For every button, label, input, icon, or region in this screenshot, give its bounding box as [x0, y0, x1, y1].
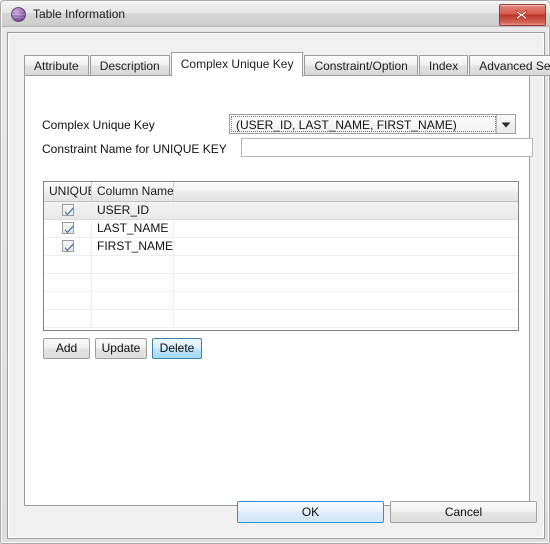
grid-header-extra: [174, 182, 518, 201]
column-name-cell: [92, 310, 174, 327]
table-row[interactable]: LAST_NAME: [44, 220, 518, 238]
dialog-window: Table Information Attribute Description …: [0, 0, 550, 544]
unique-checkbox-cell[interactable]: [44, 202, 92, 219]
complex-unique-key-combobox[interactable]: (USER_ID, LAST_NAME, FIRST_NAME): [229, 114, 516, 134]
unique-checkbox-cell: [44, 292, 92, 309]
table-row-empty[interactable]: [44, 292, 518, 310]
unique-key-columns-grid[interactable]: UNIQUE Column Name USER_ID LAST_NAME FIR…: [43, 181, 519, 331]
table-row-empty[interactable]: [44, 256, 518, 274]
table-row[interactable]: USER_ID: [44, 202, 518, 220]
unique-checkbox-cell: [44, 274, 92, 291]
column-name-cell: FIRST_NAME: [92, 238, 174, 255]
checkbox-checked-icon[interactable]: [61, 222, 74, 234]
update-button[interactable]: Update: [95, 338, 147, 359]
column-name-cell: [92, 256, 174, 273]
extra-cell: [174, 220, 518, 237]
ok-button[interactable]: OK: [237, 501, 384, 523]
table-row-empty[interactable]: [44, 310, 518, 328]
extra-cell: [174, 292, 518, 309]
extra-cell: [174, 202, 518, 219]
delete-button[interactable]: Delete: [152, 338, 202, 359]
extra-cell: [174, 256, 518, 273]
extra-cell: [174, 310, 518, 327]
chevron-down-icon[interactable]: [496, 115, 515, 133]
tab-advanced-settings[interactable]: Advanced Settings: [469, 55, 550, 76]
tab-constraint-option[interactable]: Constraint/Option: [304, 55, 418, 76]
dialog-panel: Attribute Description Complex Unique Key…: [7, 32, 550, 539]
table-row[interactable]: FIRST_NAME: [44, 238, 518, 256]
extra-cell: [174, 274, 518, 291]
column-name-cell: LAST_NAME: [92, 220, 174, 237]
column-name-cell: USER_ID: [92, 202, 174, 219]
tab-strip: Attribute Description Complex Unique Key…: [24, 52, 550, 77]
unique-checkbox-cell[interactable]: [44, 220, 92, 237]
unique-checkbox-cell: [44, 310, 92, 327]
column-name-cell: [92, 292, 174, 309]
tab-content-panel: Complex Unique Key (USER_ID, LAST_NAME, …: [24, 75, 533, 506]
column-name-cell: [92, 274, 174, 291]
grid-header-unique: UNIQUE: [44, 182, 92, 201]
constraint-name-input[interactable]: [241, 138, 533, 157]
grid-header-row: UNIQUE Column Name: [44, 182, 518, 202]
cancel-button[interactable]: Cancel: [390, 501, 537, 523]
table-row-empty[interactable]: [44, 274, 518, 292]
sphere-icon: [11, 7, 26, 22]
tab-complex-unique-key[interactable]: Complex Unique Key: [170, 52, 304, 77]
checkbox-checked-icon[interactable]: [61, 204, 74, 216]
tab-index[interactable]: Index: [418, 55, 469, 76]
unique-checkbox-cell[interactable]: [44, 238, 92, 255]
extra-cell: [174, 238, 518, 255]
grid-header-column-name: Column Name: [92, 182, 174, 201]
complex-unique-key-label: Complex Unique Key: [42, 118, 155, 132]
constraint-name-label: Constraint Name for UNIQUE KEY: [42, 142, 227, 156]
tab-description[interactable]: Description: [89, 55, 170, 76]
checkbox-checked-icon[interactable]: [61, 240, 74, 252]
add-button[interactable]: Add: [43, 338, 90, 359]
window-title: Table Information: [33, 7, 126, 21]
tab-attribute[interactable]: Attribute: [24, 55, 89, 76]
title-bar[interactable]: Table Information: [2, 2, 550, 27]
unique-checkbox-cell: [44, 256, 92, 273]
close-button[interactable]: [499, 4, 546, 26]
complex-unique-key-value: (USER_ID, LAST_NAME, FIRST_NAME): [236, 118, 457, 132]
